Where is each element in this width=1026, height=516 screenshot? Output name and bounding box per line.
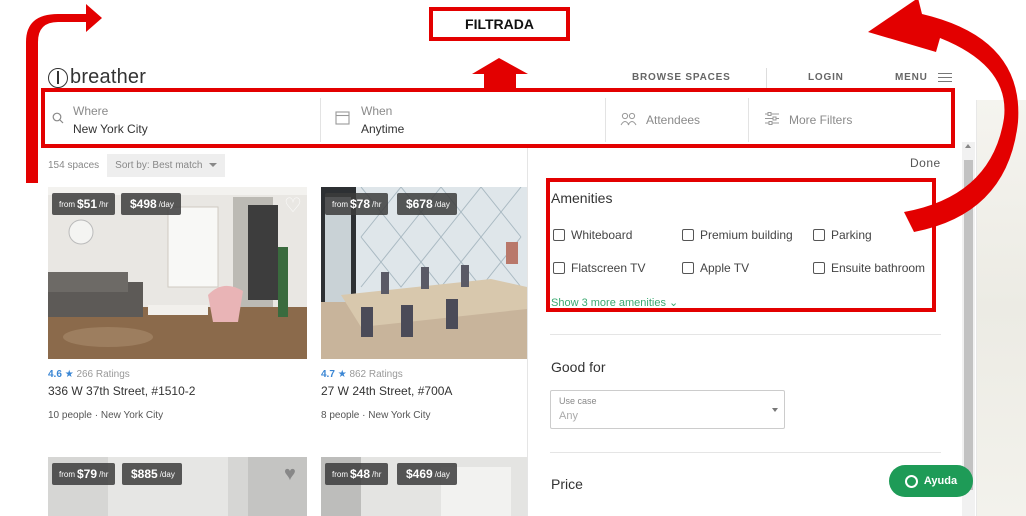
arrow-up-icon xyxy=(472,58,528,88)
page: breather BROWSE SPACES LOGIN MENU Where … xyxy=(0,0,1026,516)
curved-arrow-right-icon xyxy=(868,0,1019,232)
annotation-arrows xyxy=(26,0,1019,232)
curved-arrow-left-icon xyxy=(26,4,102,183)
